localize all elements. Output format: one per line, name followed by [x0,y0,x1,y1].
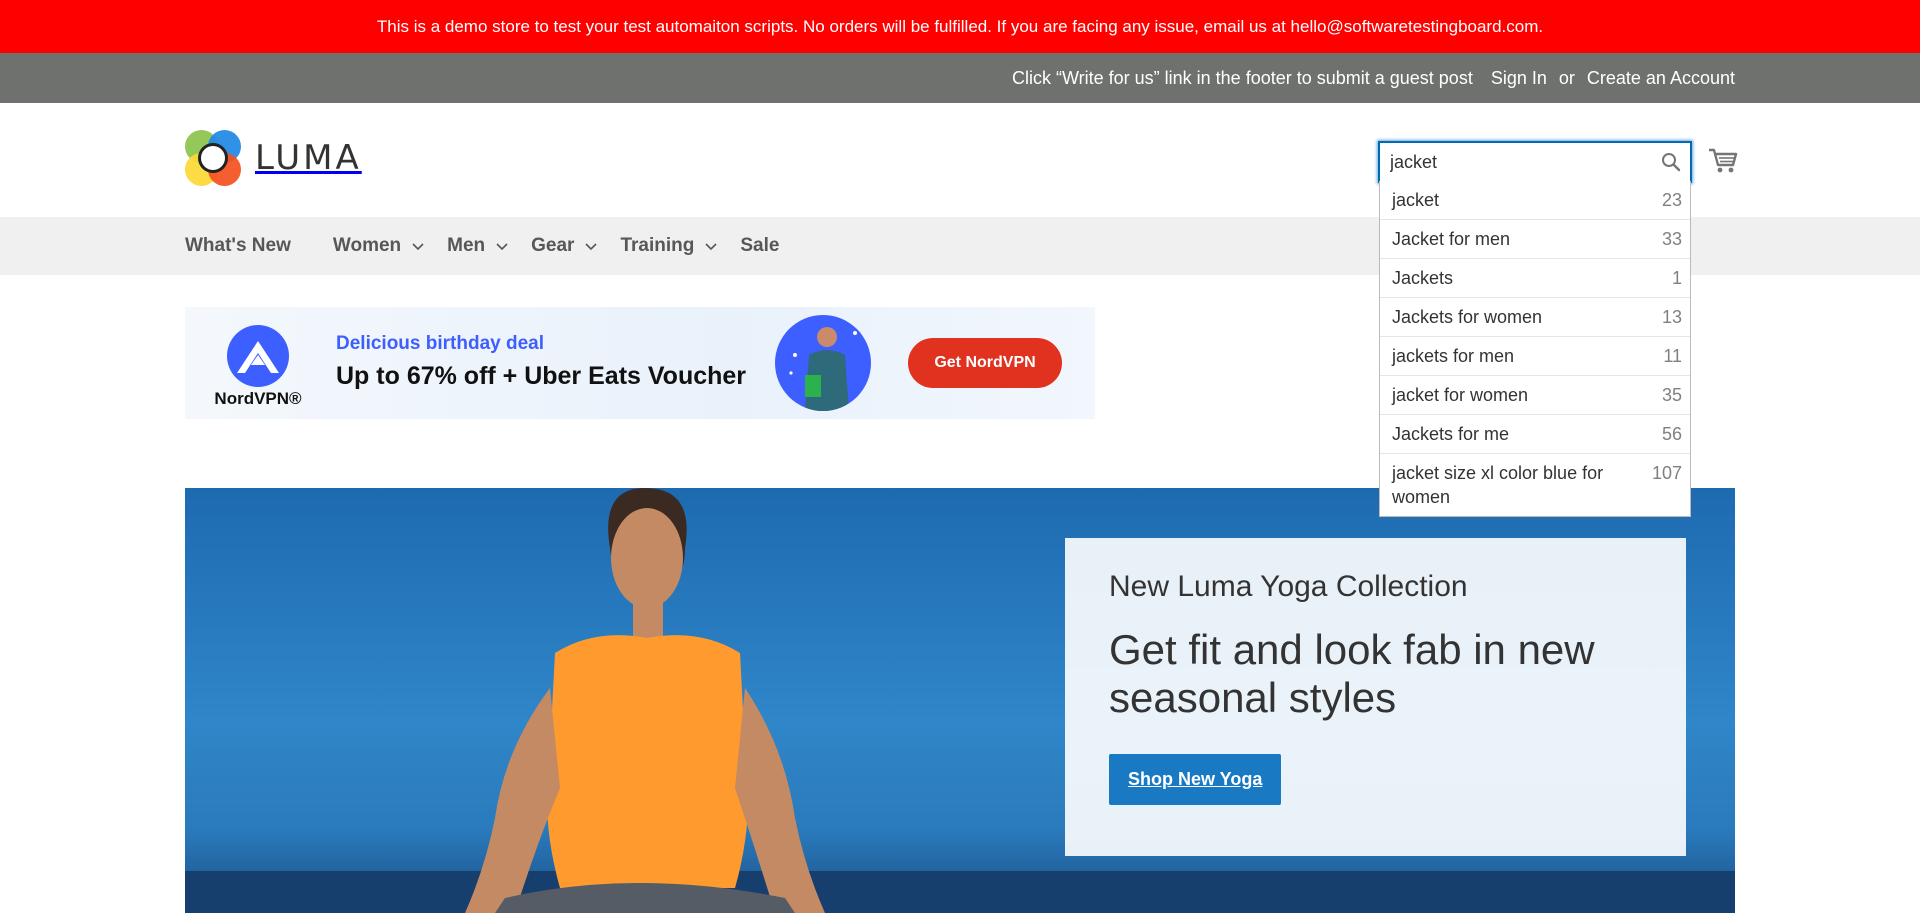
autocomplete-count: 33 [1661,229,1682,249]
search-input[interactable] [1380,143,1652,181]
autocomplete-item[interactable]: Jackets 1 [1380,258,1690,297]
autocomplete-term: Jackets [1392,268,1454,288]
nav-women-label: Women [332,235,402,256]
autocomplete-count: 107 [1651,463,1682,483]
hero-headline: Get fit and look fab in new seasonal sty… [1109,626,1595,721]
autocomplete-item[interactable]: Jackets for women 13 [1380,297,1690,336]
ad-deal-text: Delicious birthday deal [336,333,544,354]
nav-gear[interactable]: Gear [531,235,598,257]
shop-new-yoga-button[interactable]: Shop New Yoga [1109,754,1282,805]
autocomplete-count: 35 [1661,385,1682,405]
guest-post-notice: Click “Write for us” link in the footer … [1011,67,1473,88]
mountain-icon [227,325,289,387]
autocomplete-item[interactable]: Jackets for me 56 [1380,414,1690,453]
demo-notice-text: This is a demo store to test your test a… [376,17,1544,36]
nav-gear-label: Gear [531,235,575,256]
search-box [1378,141,1692,183]
nordvpn-brand: NordVPN® [214,389,302,408]
chevron-down-icon [705,243,717,251]
autocomplete-term: Jackets for me [1392,424,1510,444]
autocomplete-item[interactable]: Jacket for men 33 [1380,219,1690,258]
nav-women[interactable]: Women [333,235,425,257]
cart-icon[interactable] [1706,145,1740,177]
yoga-woman-image [465,488,825,913]
autocomplete-term: Jackets for women [1392,307,1543,327]
logo-text: LUMA [255,138,362,178]
ad-offer-text: Up to 67% off + Uber Eats Voucher [336,362,747,390]
chevron-down-icon [412,243,424,251]
autocomplete-count: 11 [1663,346,1682,366]
autocomplete-term: Jacket for men [1392,229,1511,249]
create-account-link[interactable]: Create an Account [1587,68,1735,89]
autocomplete-term: jacket for women [1392,385,1529,405]
autocomplete-item[interactable]: jacket for women 35 [1380,375,1690,414]
or-separator: or [1558,67,1575,88]
autocomplete-item[interactable]: jacket size xl color blue for women 107 [1380,453,1690,516]
luma-logo-icon [185,130,241,186]
sign-in-link[interactable]: Sign In [1491,68,1547,89]
autocomplete-term: jacket [1392,190,1440,210]
demo-notice-bar: This is a demo store to test your test a… [0,0,1920,53]
autocomplete-item[interactable]: jacket 23 [1380,181,1690,219]
autocomplete-term: jackets for men [1392,346,1515,366]
nav-men-label: Men [447,235,486,256]
search-autocomplete: jacket 23 Jacket for men 33 Jackets 1 Jackets … [1379,181,1691,517]
autocomplete-count: 23 [1661,190,1682,210]
autocomplete-count: 56 [1661,424,1682,444]
nordvpn-ad-banner[interactable]: NordVPN® Delicious birthday deal Up to 6… [185,307,1095,419]
hero-subtitle: New Luma Yoga Collection [1109,570,1468,603]
top-panel: Click “Write for us” link in the footer … [0,53,1920,103]
get-nordvpn-button[interactable]: Get NordVPN [908,338,1062,388]
ad-person-image [775,315,871,411]
nav-training[interactable]: Training [620,235,718,257]
autocomplete-term: jacket size xl color blue for women [1392,463,1604,507]
nordvpn-logo: NordVPN® [213,325,303,409]
chevron-down-icon [496,243,508,251]
nav-whats-new[interactable]: What's New [185,235,291,257]
hero-promo-panel: New Luma Yoga Collection Get fit and loo… [1065,538,1686,856]
nav-sale[interactable]: Sale [740,235,779,257]
nav-training-label: Training [620,235,695,256]
autocomplete-count: 1 [1671,268,1682,288]
nav-men[interactable]: Men [447,235,509,257]
autocomplete-count: 13 [1661,307,1682,327]
chevron-down-icon [585,243,598,251]
autocomplete-item[interactable]: jackets for men 11 [1380,336,1690,375]
hero-banner: New Luma Yoga Collection Get fit and loo… [185,488,1735,913]
search-icon[interactable] [1652,143,1690,181]
logo[interactable]: LUMA [185,130,362,186]
